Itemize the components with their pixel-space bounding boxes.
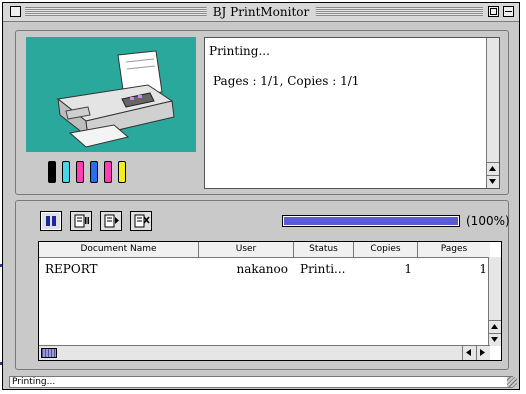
status-bar: Printing... — [9, 376, 513, 388]
column-header-copies[interactable]: Copies — [354, 242, 418, 257]
job-list-horizontal-scrollbar[interactable] — [39, 345, 490, 360]
delete-document-icon — [134, 214, 150, 228]
cell-pages: 1 — [479, 262, 487, 276]
print-monitor-window: BJ PrintMonitor Printing... Pages: 1/1,… — [2, 2, 520, 390]
pages-copies-info: Pages : 1/1, Copies : 1/1 — [213, 74, 360, 88]
progress-percent: (100%) — [466, 214, 510, 228]
close-box-icon[interactable] — [10, 6, 21, 17]
column-header-pages[interactable]: Pages — [418, 242, 490, 257]
ink-tank-magenta — [104, 161, 112, 183]
column-header-user[interactable]: User — [199, 242, 294, 257]
scroll-down-arrow-icon[interactable] — [489, 333, 501, 346]
title-bar[interactable]: BJ PrintMonitor — [3, 3, 519, 22]
scroll-up-arrow-icon[interactable] — [489, 320, 501, 333]
job-list-header: Document Name User Status Copies Pages — [39, 242, 490, 258]
ink-tank-yellow — [118, 161, 126, 183]
ink-tank-magenta — [76, 161, 84, 183]
horizontal-scroll-arrows — [462, 346, 490, 360]
resume-document-icon — [104, 214, 119, 228]
ink-tank-black — [48, 161, 56, 183]
pause-job-button[interactable] — [70, 211, 92, 231]
cell-document-name: REPORT — [45, 262, 98, 276]
cell-user: nakanoo — [236, 262, 289, 276]
job-list-vertical-scrollbar[interactable] — [488, 257, 501, 346]
status-message: Printing... — [209, 44, 270, 58]
ink-tank-cyan — [62, 161, 70, 183]
cell-copies: 1 — [404, 262, 412, 276]
resume-job-button[interactable] — [100, 211, 122, 231]
printer-status-panel: Printing... Pages : 1/1, Copies : 1/1 — [15, 30, 509, 195]
window-title: BJ PrintMonitor — [206, 4, 316, 20]
table-row[interactable]: REPORT nakanoo Printi... 1 1 — [39, 261, 490, 277]
scroll-thumb[interactable] — [41, 348, 57, 358]
status-message-box: Printing... Pages : 1/1, Copies : 1/1 — [204, 37, 500, 189]
pause-printer-button[interactable] — [40, 211, 62, 231]
scroll-up-arrow-icon[interactable] — [487, 162, 499, 175]
pause-icon — [46, 216, 56, 226]
collapse-box-icon[interactable] — [503, 6, 514, 17]
print-queue-panel: (100%) Document Name User Status Copies … — [15, 200, 510, 370]
ink-tank-blue — [90, 161, 98, 183]
print-progress-bar — [282, 215, 460, 227]
scroll-down-arrow-icon[interactable] — [487, 175, 499, 188]
scroll-left-arrow-icon[interactable] — [462, 346, 476, 360]
cell-status: Printi... — [300, 262, 346, 276]
zoom-box-icon[interactable] — [488, 6, 499, 17]
progress-fill — [284, 217, 458, 225]
scroll-right-arrow-icon[interactable] — [476, 346, 490, 360]
delete-job-button[interactable] — [130, 211, 152, 231]
resize-grip-icon[interactable] — [507, 377, 517, 387]
printer-illustration — [26, 37, 196, 152]
pause-document-icon — [74, 214, 89, 228]
message-scrollbar[interactable] — [486, 38, 499, 188]
ink-tanks — [48, 161, 126, 185]
column-header-document-name[interactable]: Document Name — [39, 242, 199, 257]
column-header-status[interactable]: Status — [294, 242, 354, 257]
job-list: Document Name User Status Copies Pages R… — [38, 241, 502, 361]
